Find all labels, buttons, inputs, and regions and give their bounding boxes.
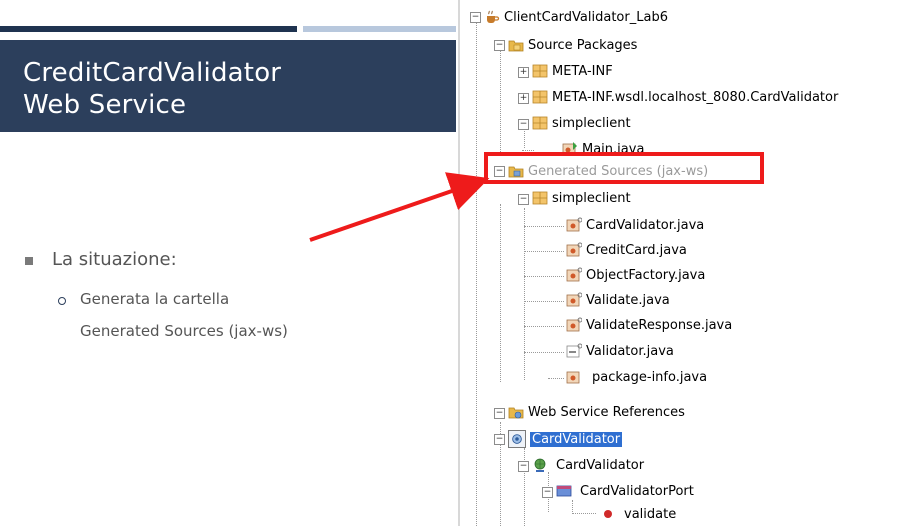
red-arrow (309, 172, 490, 242)
